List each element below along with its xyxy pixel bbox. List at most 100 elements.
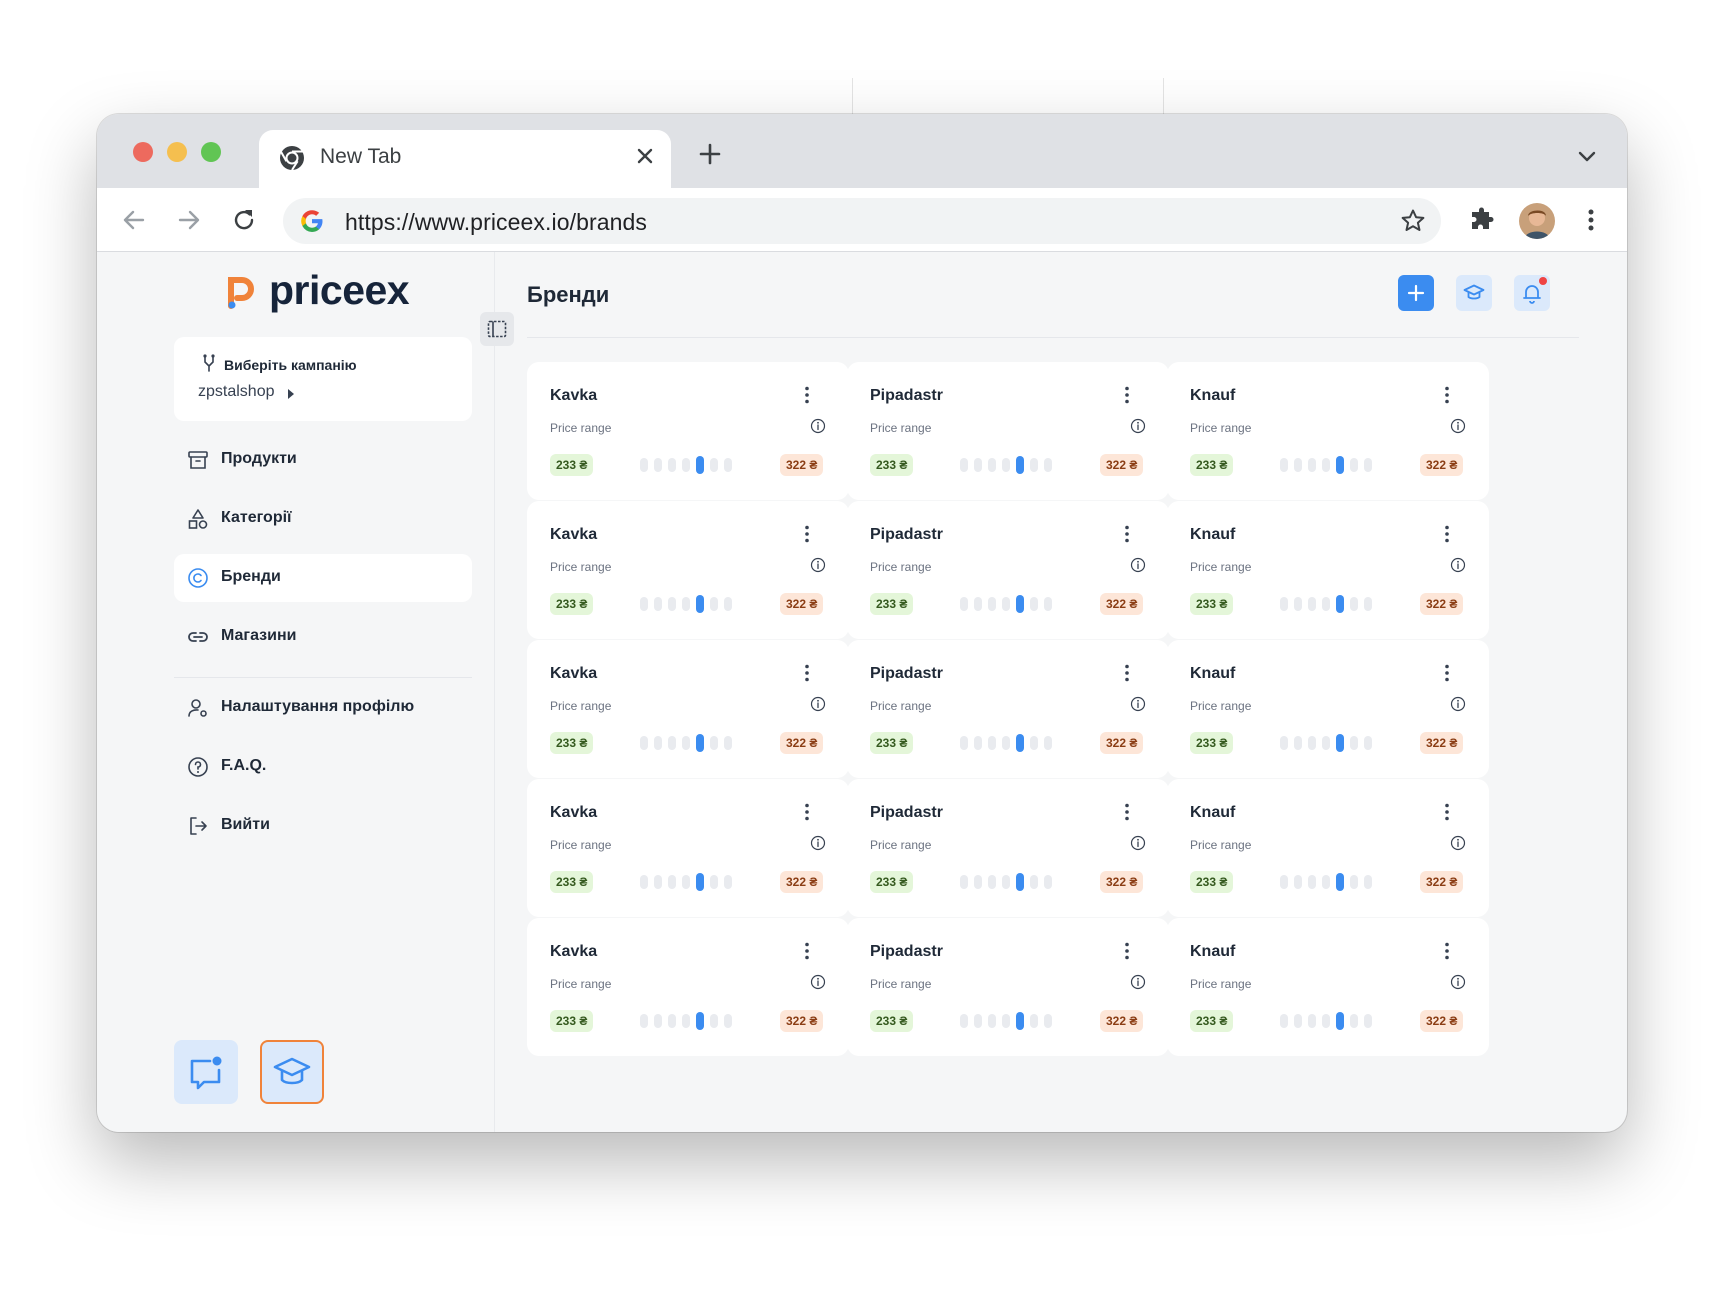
bookmark-star-icon[interactable] <box>1400 208 1426 234</box>
price-range-indicator <box>1280 734 1380 752</box>
collapse-sidebar-button[interactable] <box>480 312 514 346</box>
learning-button[interactable] <box>260 1040 324 1104</box>
sidebar-item-products[interactable]: Продукти <box>174 436 472 484</box>
range-dot <box>974 458 982 472</box>
more-vertical-icon[interactable] <box>1444 942 1450 960</box>
sidebar-item-logout[interactable]: Вийти <box>174 802 472 850</box>
chevron-down-icon[interactable] <box>1575 144 1599 168</box>
price-range-label: Price range <box>1190 838 1252 852</box>
notifications-button[interactable] <box>1514 275 1550 311</box>
info-icon[interactable] <box>1130 418 1146 434</box>
more-vertical-icon[interactable] <box>1124 525 1130 543</box>
add-brand-button[interactable] <box>1398 275 1434 311</box>
browser-tab[interactable]: New Tab <box>259 130 671 188</box>
sidebar-item-faq[interactable]: F.A.Q. <box>174 743 472 791</box>
more-vertical-icon[interactable] <box>1124 803 1130 821</box>
brand-card[interactable]: Kavka Price range 233 ₴ 322 ₴ <box>527 640 849 778</box>
brand-name: Knauf <box>1190 526 1236 543</box>
profile-avatar[interactable] <box>1519 203 1555 239</box>
brand-card[interactable]: Kavka Price range 233 ₴ 322 ₴ <box>527 362 849 500</box>
sidebar-item-stores[interactable]: Магазини <box>174 613 472 661</box>
forward-icon[interactable] <box>174 205 204 235</box>
info-icon[interactable] <box>810 557 826 573</box>
info-icon[interactable] <box>1450 835 1466 851</box>
learning-header-button[interactable] <box>1456 275 1492 311</box>
zoom-window-button[interactable] <box>201 142 221 162</box>
chat-button[interactable] <box>174 1040 238 1104</box>
info-icon[interactable] <box>1450 696 1466 712</box>
brand-card[interactable]: Pipadastr Price range 233 ₴ 322 ₴ <box>847 640 1169 778</box>
range-dot <box>1044 597 1052 611</box>
info-icon[interactable] <box>1450 557 1466 573</box>
more-vertical-icon[interactable] <box>804 664 810 682</box>
sidebar-item-label: Магазини <box>221 627 297 644</box>
close-tab-icon[interactable] <box>632 143 658 169</box>
info-icon[interactable] <box>1130 557 1146 573</box>
campaign-selector[interactable]: Виберіть кампанію zpstalshop <box>174 337 472 421</box>
minimize-window-button[interactable] <box>167 142 187 162</box>
info-icon[interactable] <box>1450 418 1466 434</box>
brand-card[interactable]: Knauf Price range 233 ₴ 322 ₴ <box>1167 501 1489 639</box>
info-icon[interactable] <box>810 835 826 851</box>
more-vertical-icon[interactable] <box>804 525 810 543</box>
range-dot <box>1016 456 1024 474</box>
more-vertical-icon[interactable] <box>1124 942 1130 960</box>
logo[interactable]: priceex <box>225 266 410 314</box>
brand-card[interactable]: Knauf Price range 233 ₴ 322 ₴ <box>1167 362 1489 500</box>
info-icon[interactable] <box>810 418 826 434</box>
back-icon[interactable] <box>119 205 149 235</box>
range-dot <box>682 597 690 611</box>
brand-card[interactable]: Knauf Price range 233 ₴ 322 ₴ <box>1167 640 1489 778</box>
info-icon[interactable] <box>810 974 826 990</box>
max-price-badge: 322 ₴ <box>1100 1010 1144 1032</box>
info-icon[interactable] <box>1130 696 1146 712</box>
sidebar-item-profile-settings[interactable]: Налаштування профілю <box>174 684 472 732</box>
more-vertical-icon[interactable] <box>1124 386 1130 404</box>
reload-icon[interactable] <box>229 205 259 235</box>
range-dot <box>1030 458 1038 472</box>
more-vertical-icon[interactable] <box>1444 803 1450 821</box>
brand-card[interactable]: Pipadastr Price range 233 ₴ 322 ₴ <box>847 918 1169 1056</box>
brand-card[interactable]: Kavka Price range 233 ₴ 322 ₴ <box>527 918 849 1056</box>
info-icon[interactable] <box>1130 835 1146 851</box>
max-price-badge: 322 ₴ <box>1100 454 1144 476</box>
price-range-indicator <box>1280 873 1380 891</box>
extensions-puzzle-icon[interactable] <box>1467 205 1497 235</box>
min-price-badge: 233 ₴ <box>870 732 914 754</box>
more-vertical-icon[interactable] <box>1444 664 1450 682</box>
more-vertical-icon[interactable] <box>804 386 810 404</box>
brand-card[interactable]: Kavka Price range 233 ₴ 322 ₴ <box>527 779 849 917</box>
range-dot <box>640 736 648 750</box>
price-range-indicator <box>960 873 1060 891</box>
brand-card[interactable]: Knauf Price range 233 ₴ 322 ₴ <box>1167 918 1489 1056</box>
brand-name: Knauf <box>1190 387 1236 404</box>
more-vertical-icon[interactable] <box>1124 664 1130 682</box>
sidebar-item-brands[interactable]: Бренди <box>174 554 472 602</box>
more-vertical-icon[interactable] <box>804 803 810 821</box>
max-price-badge: 322 ₴ <box>1100 593 1144 615</box>
address-bar[interactable]: https://www.priceex.io/brands <box>283 198 1441 244</box>
price-range-label: Price range <box>870 560 932 574</box>
close-window-button[interactable] <box>133 142 153 162</box>
brand-card[interactable]: Kavka Price range 233 ₴ 322 ₴ <box>527 501 849 639</box>
more-vertical-icon[interactable] <box>1444 525 1450 543</box>
info-icon[interactable] <box>1450 974 1466 990</box>
info-icon[interactable] <box>1130 974 1146 990</box>
brand-card[interactable]: Pipadastr Price range 233 ₴ 322 ₴ <box>847 779 1169 917</box>
brand-card[interactable]: Knauf Price range 233 ₴ 322 ₴ <box>1167 779 1489 917</box>
more-vertical-icon[interactable] <box>1444 386 1450 404</box>
range-dot <box>724 597 732 611</box>
browser-menu-icon[interactable] <box>1576 205 1606 235</box>
info-icon[interactable] <box>810 696 826 712</box>
chat-icon <box>190 1056 222 1090</box>
brand-card[interactable]: Pipadastr Price range 233 ₴ 322 ₴ <box>847 501 1169 639</box>
page-title: Бренди <box>527 282 610 307</box>
sidebar-item-categories[interactable]: Категорії <box>174 495 472 543</box>
new-tab-icon[interactable] <box>695 139 725 169</box>
logout-icon <box>190 817 207 835</box>
brand-card[interactable]: Pipadastr Price range 233 ₴ 322 ₴ <box>847 362 1169 500</box>
range-dot <box>654 597 662 611</box>
more-vertical-icon[interactable] <box>804 942 810 960</box>
main-content: Бренди Kavka Price range 233 ₴ 322 ₴ Pip… <box>495 252 1627 1132</box>
range-dot <box>1002 736 1010 750</box>
